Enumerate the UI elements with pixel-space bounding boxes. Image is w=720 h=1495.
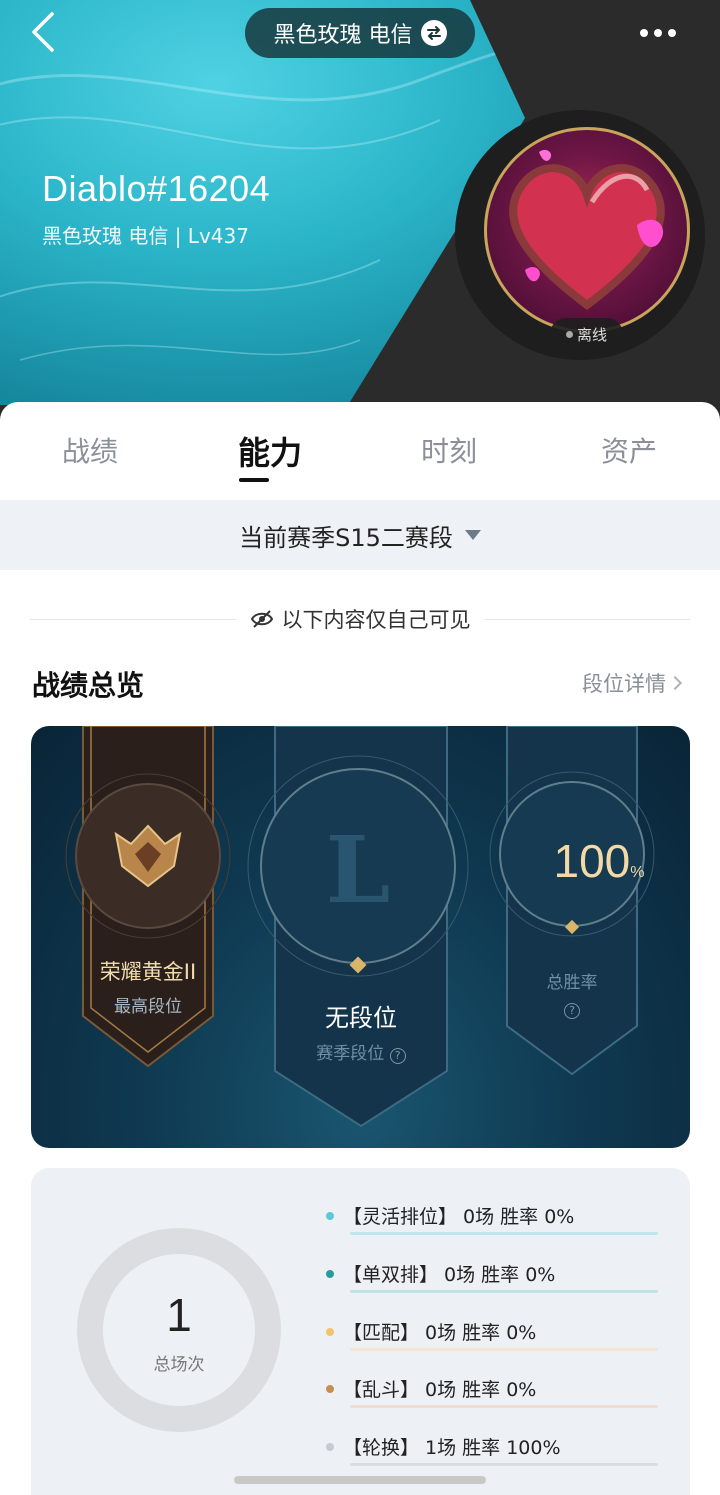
rank-details-label: 段位详情: [582, 672, 666, 696]
season-rank-row: 赛季段位 ?: [275, 1039, 447, 1064]
highest-rank-value: 荣耀黄金II: [99, 960, 197, 984]
season-rank-value: 无段位: [325, 1004, 397, 1032]
mode-progress-bar: [350, 1405, 658, 1408]
legend-dot-icon: [326, 1328, 334, 1336]
server-name: 黑色玫瑰 电信: [273, 23, 413, 48]
player-name: Diablo#16204: [42, 168, 271, 209]
season-rank: 无段位 赛季段位 ?: [275, 998, 447, 1064]
heart-avatar-image: [509, 149, 665, 311]
home-indicator: [234, 1476, 486, 1484]
privacy-note-text: 以下内容仅自己可见: [281, 608, 471, 632]
privacy-note: 以下内容仅自己可见: [250, 604, 471, 634]
tab-moments[interactable]: 时刻: [389, 430, 509, 470]
chevron-left-icon: [32, 12, 54, 52]
mode-progress-bar: [350, 1290, 658, 1293]
swap-icon: [420, 20, 447, 46]
total-games-label: 总场次: [153, 1355, 205, 1375]
season-selector[interactable]: 当前赛季S15二赛段: [0, 500, 720, 570]
season-rank-label: 赛季段位: [316, 1044, 385, 1064]
rank-details-link[interactable]: 段位详情: [582, 668, 683, 698]
eye-hidden-icon: [250, 610, 273, 628]
mode-stat-text: 【乱斗】 0场 胜率 0%: [343, 1379, 537, 1401]
chevron-right-icon: [667, 675, 683, 691]
dropdown-arrow-icon: [464, 530, 481, 540]
mode-progress-bar: [350, 1463, 658, 1466]
avatar[interactable]: [484, 127, 690, 333]
mode-progress-bar: [350, 1232, 658, 1235]
mode-legend-row: 【单双排】 0场 胜率 0%: [326, 1250, 666, 1308]
legend-dot-icon: [326, 1443, 334, 1451]
mode-legend-row: 【匹配】 0场 胜率 0%: [326, 1308, 666, 1366]
winrate-number: 100: [553, 835, 631, 887]
season-label: 当前赛季S15二赛段: [239, 523, 453, 552]
mode-legend-row: 【乱斗】 0场 胜率 0%: [326, 1365, 666, 1423]
tab-record[interactable]: 战绩: [30, 430, 150, 470]
tab-bar: 战绩 能力 时刻 资产: [0, 402, 720, 500]
divider-line-right: [484, 618, 690, 620]
mode-legend-row: 【轮换】 1场 胜率 100%: [326, 1423, 666, 1481]
help-icon[interactable]: ?: [564, 1003, 580, 1019]
mode-stat-text: 【匹配】 0场 胜率 0%: [343, 1322, 537, 1344]
online-status-badge: 离线: [550, 318, 623, 350]
total-games-value: 1: [166, 1289, 192, 1341]
back-button[interactable]: [22, 10, 66, 54]
mode-stat-text: 【单双排】 0场 胜率 0%: [343, 1264, 556, 1286]
status-text: 离线: [576, 325, 607, 344]
winrate-label: 总胜率: [546, 973, 598, 993]
svg-text:L: L: [326, 816, 391, 924]
winrate-value: 100%: [529, 834, 669, 888]
match-stats-card: 1 总场次 【灵活排位】 0场 胜率 0% 【单双排】 0场 胜率 0% 【匹配】 …: [31, 1168, 690, 1495]
more-icon: [640, 29, 676, 37]
player-server-level: 黑色玫瑰 电信 | Lv437: [42, 224, 249, 248]
winrate-unit: %: [630, 864, 645, 881]
divider-line-left: [30, 618, 236, 620]
more-options-button[interactable]: [632, 18, 688, 48]
privacy-divider: 以下内容仅自己可见: [30, 604, 690, 634]
tab-ability[interactable]: 能力: [210, 428, 330, 474]
highest-rank-label: 最高段位: [114, 997, 182, 1017]
highest-rank: 荣耀黄金II 最高段位: [83, 956, 213, 1017]
overview-title: 战绩总览: [32, 669, 145, 702]
mode-legend-row: 【灵活排位】 0场 胜率 0%: [326, 1192, 666, 1250]
winrate-caption: 总胜率 ?: [507, 962, 637, 1019]
legend-dot-icon: [326, 1212, 334, 1220]
mode-stat-text: 【灵活排位】 0场 胜率 0%: [343, 1206, 575, 1228]
mode-progress-bar: [350, 1348, 658, 1351]
legend-dot-icon: [326, 1270, 334, 1278]
status-dot-icon: [565, 330, 573, 338]
server-switch-button[interactable]: 黑色玫瑰 电信: [245, 8, 475, 58]
content-sheet: 战绩 能力 时刻 资产 当前赛季S15二赛段 以下内容仅自己可见 战绩总览 段位…: [0, 402, 720, 1495]
tab-assets[interactable]: 资产: [569, 430, 689, 470]
legend-dot-icon: [326, 1385, 334, 1393]
profile-header: 黑色玫瑰 电信 Diablo#16204 黑色玫瑰 电信 | Lv437 离线: [0, 0, 720, 420]
rank-overview-card[interactable]: L 荣耀黄金II 最高段位 无段位 赛季段位 ? 100% 总胜率 ?: [31, 726, 690, 1148]
rank-card-artwork: L: [65, 726, 655, 1128]
mode-stat-text: 【轮换】 1场 胜率 100%: [343, 1437, 561, 1459]
help-icon[interactable]: ?: [389, 1048, 406, 1064]
tab-active-indicator: [239, 478, 269, 482]
